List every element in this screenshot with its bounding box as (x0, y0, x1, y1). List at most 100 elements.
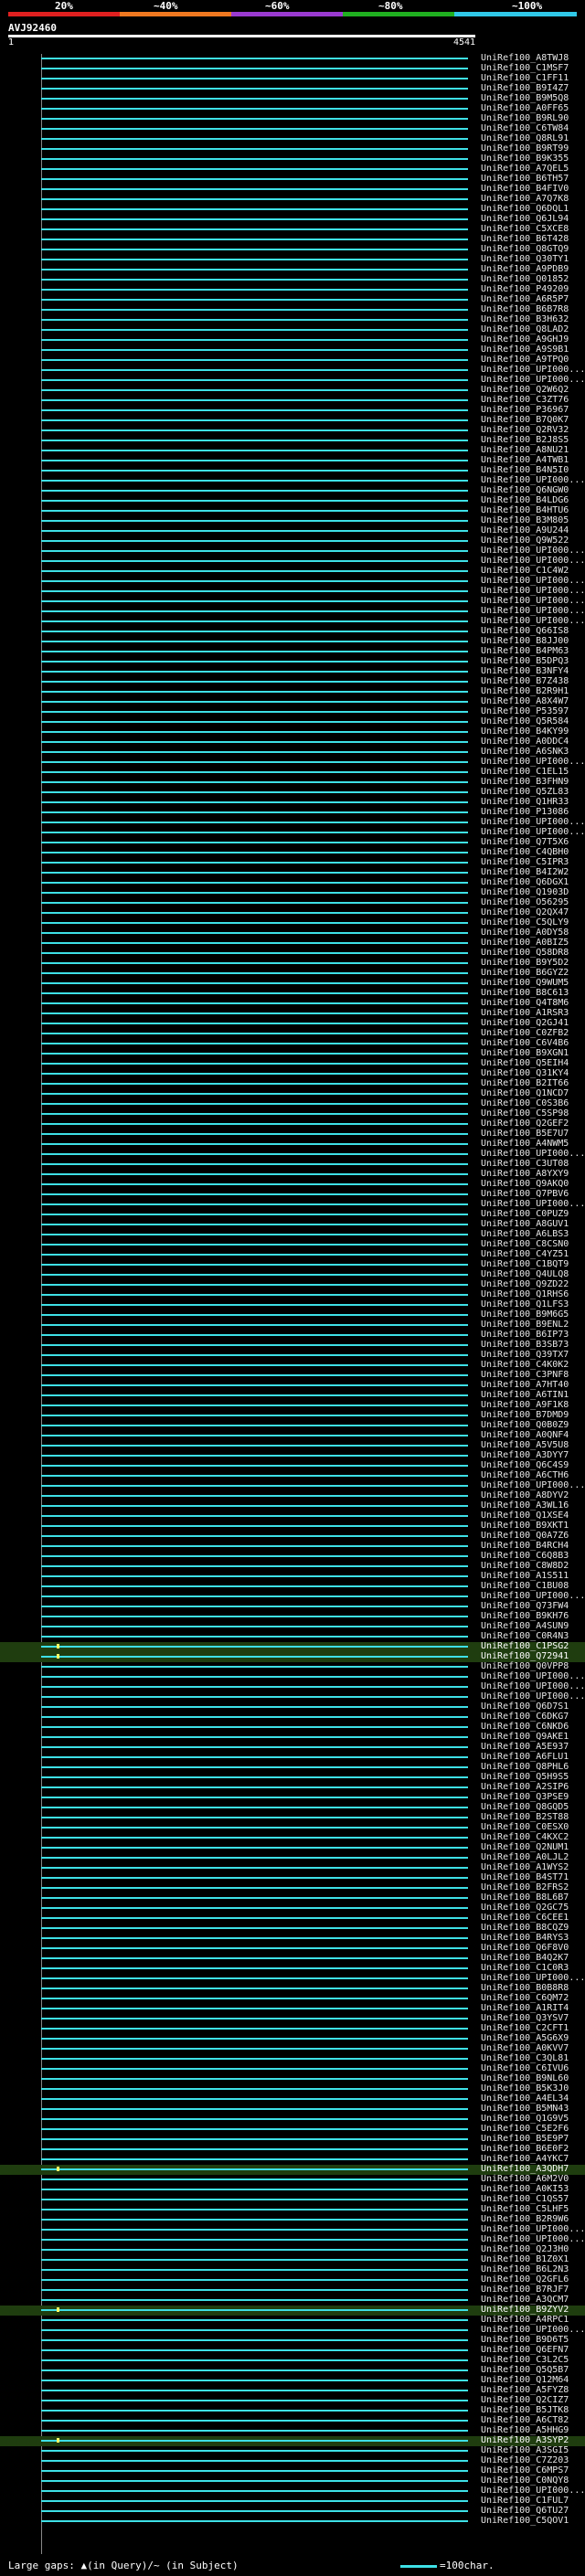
alignment-bar[interactable] (41, 1807, 468, 1808)
alignment-bar[interactable] (41, 610, 468, 612)
alignment-bar[interactable] (41, 429, 468, 431)
alignment-bar[interactable] (41, 1786, 468, 1788)
hit-link[interactable]: UniRef100_P36967 (481, 405, 569, 415)
alignment-bar[interactable] (41, 2490, 468, 2492)
alignment-bar[interactable] (41, 1224, 468, 1225)
hit-row[interactable]: UniRef100_C5QOV1 (0, 2516, 585, 2527)
hit-link[interactable]: UniRef100_A3SYP2 (481, 2435, 569, 2445)
hit-link[interactable]: UniRef100_C6DKG7 (481, 1712, 569, 1722)
alignment-bar[interactable] (41, 198, 468, 200)
alignment-bar[interactable] (41, 1907, 468, 1909)
alignment-bar[interactable] (41, 1083, 468, 1085)
hit-link[interactable]: UniRef100_A8NU21 (481, 445, 569, 455)
alignment-bar[interactable] (41, 801, 468, 803)
alignment-bar[interactable] (41, 912, 468, 914)
alignment-bar[interactable] (41, 1917, 468, 1919)
alignment-bar[interactable] (41, 641, 468, 642)
alignment-bar[interactable] (41, 460, 468, 461)
hit-link[interactable]: UniRef100_C1BU08 (481, 1581, 569, 1591)
alignment-bar[interactable] (41, 2359, 468, 2361)
hit-link[interactable]: UniRef100_A1RIT4 (481, 2003, 569, 2013)
alignment-bar[interactable] (41, 2178, 468, 2180)
hit-link[interactable]: UniRef100_B9ENL2 (481, 1320, 569, 1330)
alignment-bar[interactable] (41, 2349, 468, 2351)
hit-link[interactable]: UniRef100_C0PUZ9 (481, 1209, 569, 1219)
hit-link[interactable]: UniRef100_Q6F8V0 (481, 1943, 569, 1953)
hit-link[interactable]: UniRef100_O56295 (481, 897, 569, 907)
alignment-bar[interactable] (41, 510, 468, 512)
hit-link[interactable]: UniRef100_B4I2W2 (481, 867, 569, 877)
hit-link[interactable]: UniRef100_UPI000... (481, 1671, 585, 1681)
alignment-bar[interactable] (41, 852, 468, 853)
hit-link[interactable]: UniRef100_B4RCH4 (481, 1541, 569, 1551)
alignment-bar[interactable] (41, 2259, 468, 2261)
hit-link[interactable]: UniRef100_Q5H9S5 (481, 1772, 569, 1782)
alignment-bar[interactable] (41, 419, 468, 421)
hit-link[interactable]: UniRef100_B3NFY4 (481, 666, 569, 676)
alignment-bar[interactable] (41, 369, 468, 371)
hit-link[interactable]: UniRef100_C5QOV1 (481, 2516, 569, 2526)
hit-link[interactable]: UniRef100_A4TWB1 (481, 455, 569, 465)
alignment-bar[interactable] (41, 1626, 468, 1627)
hit-link[interactable]: UniRef100_Q1LFS3 (481, 1299, 569, 1309)
alignment-bar[interactable] (41, 1495, 468, 1497)
hit-link[interactable]: UniRef100_UPI000... (481, 1973, 585, 1983)
hit-link[interactable]: UniRef100_C0ESX0 (481, 1822, 569, 1832)
hit-link[interactable]: UniRef100_B5E9P7 (481, 2134, 569, 2144)
hit-link[interactable]: UniRef100_C1QS57 (481, 2194, 569, 2204)
hit-link[interactable]: UniRef100_C3PNF8 (481, 1370, 569, 1380)
hit-link[interactable]: UniRef100_A0BIZ5 (481, 938, 569, 948)
alignment-bar[interactable] (41, 751, 468, 753)
hit-link[interactable]: UniRef100_B4ST71 (481, 1872, 569, 1882)
hit-link[interactable]: UniRef100_C5LHF5 (481, 2204, 569, 2214)
alignment-bar[interactable] (41, 1746, 468, 1748)
alignment-bar[interactable] (41, 590, 468, 592)
hit-link[interactable]: UniRef100_Q6EFN7 (481, 2345, 569, 2355)
hit-link[interactable]: UniRef100_Q9AKQ0 (481, 1179, 569, 1189)
hit-link[interactable]: UniRef100_B6IP73 (481, 1330, 569, 1340)
hit-link[interactable]: UniRef100_Q2QX47 (481, 907, 569, 917)
alignment-bar[interactable] (41, 530, 468, 532)
alignment-bar[interactable] (41, 178, 468, 180)
hit-link[interactable]: UniRef100_B9Y5D2 (481, 958, 569, 968)
alignment-bar[interactable] (41, 1967, 468, 1969)
alignment-bar[interactable] (41, 1374, 468, 1376)
hit-link[interactable]: UniRef100_C0ZFB2 (481, 1028, 569, 1038)
alignment-bar[interactable] (41, 339, 468, 341)
hit-link[interactable]: UniRef100_A8X4W7 (481, 696, 569, 706)
alignment-bar[interactable] (41, 520, 468, 522)
alignment-bar[interactable] (41, 228, 468, 230)
hit-link[interactable]: UniRef100_C1EL15 (481, 767, 569, 777)
hit-link[interactable]: UniRef100_UPI000... (481, 827, 585, 837)
hit-link[interactable]: UniRef100_C6QM72 (481, 1993, 569, 2003)
hit-link[interactable]: UniRef100_C4K0K2 (481, 1360, 569, 1370)
hit-link[interactable]: UniRef100_UPI000... (481, 757, 585, 767)
alignment-bar[interactable] (41, 188, 468, 190)
hit-link[interactable]: UniRef100_UPI000... (481, 596, 585, 606)
alignment-bar[interactable] (41, 1435, 468, 1436)
hit-link[interactable]: UniRef100_B9I4Z7 (481, 83, 569, 93)
alignment-bar[interactable] (41, 78, 468, 80)
hit-link[interactable]: UniRef100_Q6JL94 (481, 214, 569, 224)
alignment-bar[interactable] (41, 1063, 468, 1065)
alignment-bar[interactable] (41, 1595, 468, 1597)
alignment-bar[interactable] (41, 2229, 468, 2231)
hit-link[interactable]: UniRef100_C4QBH0 (481, 847, 569, 857)
alignment-bar[interactable] (41, 1133, 468, 1135)
alignment-bar[interactable] (41, 620, 468, 622)
hit-link[interactable]: UniRef100_A9GHJ9 (481, 334, 569, 345)
alignment-bar[interactable] (41, 781, 468, 783)
alignment-bar[interactable] (41, 791, 468, 793)
alignment-bar[interactable] (41, 1023, 468, 1024)
hit-link[interactable]: UniRef100_C1PSG2 (481, 1641, 569, 1651)
alignment-bar[interactable] (41, 2369, 468, 2371)
hit-link[interactable]: UniRef100_A6R5P7 (481, 294, 569, 304)
alignment-bar[interactable] (41, 1646, 468, 1648)
hit-link[interactable]: UniRef100_B9XKT1 (481, 1521, 569, 1531)
hit-link[interactable]: UniRef100_A1WYS2 (481, 1862, 569, 1872)
hit-link[interactable]: UniRef100_C8CSN0 (481, 1239, 569, 1249)
alignment-bar[interactable] (41, 1776, 468, 1778)
alignment-bar[interactable] (41, 2078, 468, 2080)
hit-link[interactable]: UniRef100_Q0A7Z6 (481, 1531, 569, 1541)
alignment-bar[interactable] (41, 2329, 468, 2331)
